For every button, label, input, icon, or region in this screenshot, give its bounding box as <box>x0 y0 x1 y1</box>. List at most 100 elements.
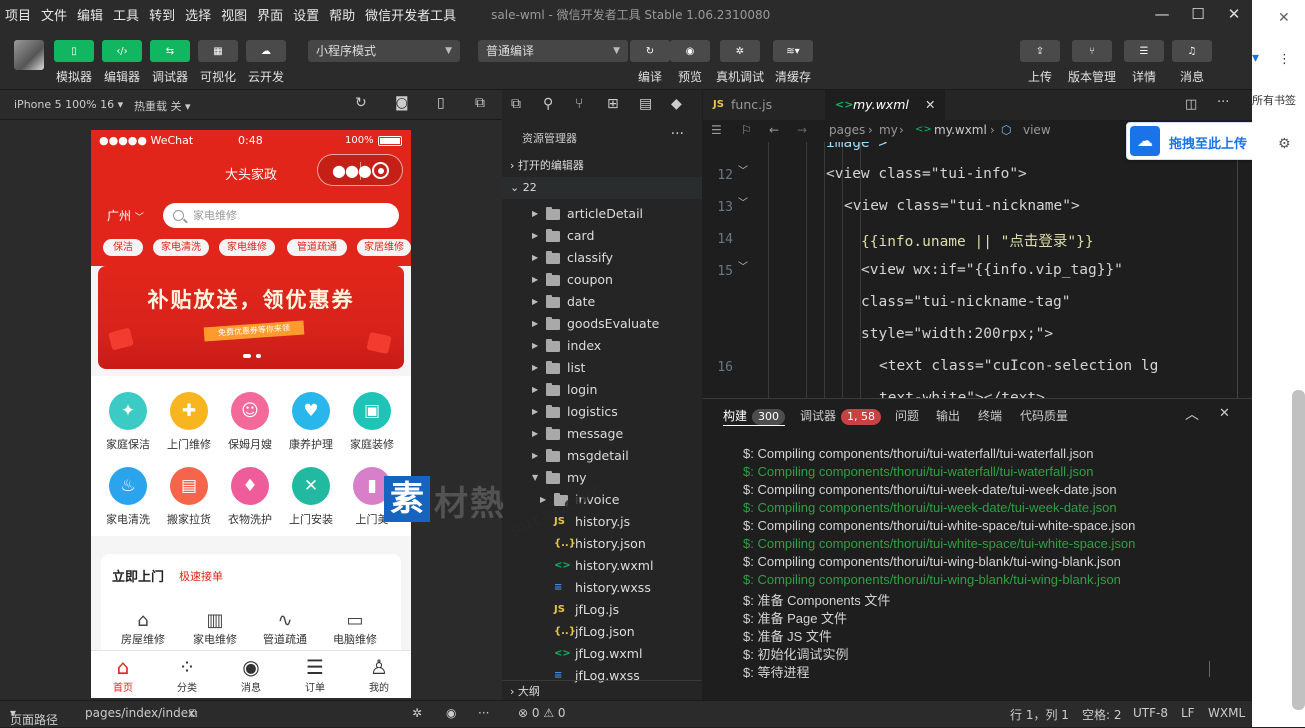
grid-item[interactable]: ☺ 保姆月嫂 <box>218 392 282 452</box>
scrollbar[interactable] <box>1292 390 1305 710</box>
service-item[interactable]: ▥ 家电维修 <box>183 610 247 647</box>
encoding[interactable]: UTF-8 <box>1133 706 1168 720</box>
popout-icon[interactable]: ⧉ <box>475 95 485 111</box>
back-icon[interactable]: ← <box>769 123 779 137</box>
folder-coupon[interactable]: ▶ coupon <box>502 269 702 291</box>
mode-select[interactable]: 小程序模式 ▼ <box>308 40 460 62</box>
tab-category[interactable]: ⁘ 分类 <box>155 655 219 694</box>
tab-profile[interactable]: ♙ 我的 <box>347 655 411 694</box>
hot-reload-toggle[interactable]: 热重载 关 ▾ <box>134 98 191 114</box>
grid-item[interactable]: ✚ 上门维修 <box>157 392 221 452</box>
code-editor[interactable]: image"> 12 ﹀ <view class="tui-info"> 13 … <box>703 142 1252 398</box>
breadcrumb-pages[interactable]: pages <box>829 123 865 137</box>
menu-tools[interactable]: 工具 <box>108 5 144 24</box>
copy-icon[interactable]: ⧉ <box>189 706 198 721</box>
visual-button[interactable]: ▦ <box>198 40 238 62</box>
file-item[interactable]: JS jfLog.js <box>502 599 702 621</box>
close-icon[interactable]: ✕ <box>1216 0 1252 28</box>
extensions-icon[interactable]: ⊞ <box>607 96 619 112</box>
messages-button[interactable]: ♫ <box>1172 40 1212 62</box>
tab-terminal[interactable]: 终端 <box>978 407 1002 424</box>
tab-func-js[interactable]: JS func.js <box>703 90 819 120</box>
fold-chevron-icon[interactable]: ﹀ <box>738 162 748 177</box>
service-item[interactable]: ▭ 电脑维修 <box>323 610 387 647</box>
gear-icon[interactable]: ⚙ <box>1278 136 1291 152</box>
folder-logistics[interactable]: ▶ logistics <box>502 401 702 423</box>
preview-button[interactable]: ◉ <box>670 40 710 62</box>
grid-item[interactable]: ♥ 康养护理 <box>279 392 343 452</box>
real-debug-button[interactable]: ✲ <box>720 40 760 62</box>
close-circle-icon[interactable] <box>372 162 389 179</box>
bookmark-icon[interactable]: ⚐ <box>741 123 752 137</box>
menu-select[interactable]: 选择 <box>180 5 216 24</box>
tag-appliance-cleaning[interactable]: 家电清洗 <box>153 239 209 256</box>
stop-icon[interactable]: ◙ <box>395 95 409 111</box>
grid-item[interactable]: ✕ 上门安装 <box>279 467 343 527</box>
tab-build[interactable]: 构建 300 <box>723 407 786 426</box>
tag-home-repair[interactable]: 家居维修 <box>357 239 411 256</box>
grid-item[interactable]: ✦ 家庭保洁 <box>96 392 160 452</box>
close-icon[interactable]: ✕ <box>1219 406 1230 421</box>
upload-button[interactable]: ⇪ <box>1020 40 1060 62</box>
forward-icon[interactable]: → <box>797 123 807 137</box>
extension-icon[interactable]: ▾ <box>1252 50 1259 66</box>
more-icon[interactable]: ··· <box>478 706 489 720</box>
project-section[interactable]: ⌄ 22 <box>502 177 702 199</box>
tab-my-wxml[interactable]: <> my.wxml ✕ <box>825 90 945 120</box>
breadcrumb-file[interactable]: my.wxml <box>934 123 987 137</box>
grid-item[interactable]: ▤ 搬家拉货 <box>157 467 221 527</box>
problems-count[interactable]: ⊗ 0 ⚠ 0 <box>518 706 566 720</box>
folder-login[interactable]: ▶ login <box>502 379 702 401</box>
more-icon[interactable]: ··· <box>1217 95 1229 110</box>
tag-appliance-repair[interactable]: 家电维修 <box>219 239 275 256</box>
search-input[interactable]: 家电维修 <box>163 203 399 228</box>
cursor-position[interactable]: 行 1，列 1 <box>1010 706 1069 723</box>
close-icon[interactable]: ✕ <box>925 90 935 120</box>
rotate-icon[interactable]: ↻ <box>355 95 367 111</box>
fold-chevron-icon[interactable]: ﹀ <box>738 194 748 209</box>
close-icon[interactable]: ✕ <box>1278 10 1290 26</box>
compile-button[interactable]: ↻ <box>630 40 670 62</box>
phone-icon[interactable]: ▯ <box>437 95 445 111</box>
details-button[interactable]: ☰ <box>1124 40 1164 62</box>
list-icon[interactable]: ☰ <box>711 123 722 137</box>
menu-help[interactable]: 帮助 <box>324 5 360 24</box>
outline-section[interactable]: › 大纲 <box>502 680 702 700</box>
menu-view[interactable]: 视图 <box>216 5 252 24</box>
cloud-button[interactable]: ☁ <box>246 40 286 62</box>
city-select[interactable]: 广州 ﹀ <box>107 207 144 224</box>
capsule-menu[interactable]: ●●● <box>317 154 403 186</box>
folder-card[interactable]: ▶ card <box>502 225 702 247</box>
avatar[interactable] <box>14 40 44 70</box>
folder-articledetail[interactable]: ▶ articleDetail <box>502 203 702 225</box>
split-editor-icon[interactable]: ◫ <box>1185 97 1197 112</box>
grid-item[interactable]: ▣ 家庭装修 <box>340 392 404 452</box>
folder-index[interactable]: ▶ index <box>502 335 702 357</box>
device-select[interactable]: iPhone 5 100% 16 ▾ <box>14 98 123 111</box>
folder-msgdetail[interactable]: ▶ msgdetail <box>502 445 702 467</box>
tab-output[interactable]: 输出 <box>936 407 960 424</box>
menu-project[interactable]: 项目 <box>0 5 36 24</box>
promo-banner[interactable]: 补贴放送，领优惠券 免费优惠券等你来领 <box>98 266 404 369</box>
tab-messages[interactable]: ◉ 消息 <box>219 655 283 694</box>
line-ending[interactable]: LF <box>1181 706 1195 720</box>
grid-item[interactable]: ♦ 衣物洗护 <box>218 467 282 527</box>
editor-button[interactable]: ‹/› <box>102 40 142 62</box>
search-icon[interactable]: ⚲ <box>543 96 553 112</box>
file-item[interactable]: {..} jfLog.json <box>502 621 702 643</box>
file-item[interactable]: ≡ history.wxss <box>502 577 702 599</box>
chevron-up-icon[interactable]: ︿ <box>1185 404 1199 424</box>
menu-file[interactable]: 文件 <box>36 5 72 24</box>
file-item[interactable]: <> history.wxml <box>502 555 702 577</box>
tab-code-quality[interactable]: 代码质量 <box>1020 407 1068 424</box>
folder-date[interactable]: ▶ date <box>502 291 702 313</box>
folder-message[interactable]: ▶ message <box>502 423 702 445</box>
simulator-button[interactable]: ▯ <box>54 40 94 62</box>
menu-goto[interactable]: 转到 <box>144 5 180 24</box>
tag-pipe-dredge[interactable]: 管道疏通 <box>287 239 347 256</box>
more-icon[interactable]: ⋮ <box>1278 52 1291 67</box>
docker-icon[interactable]: ◆ <box>671 96 682 112</box>
breadcrumb-view[interactable]: view <box>1023 123 1051 137</box>
tab-orders[interactable]: ☰ 订单 <box>283 655 347 694</box>
files-icon[interactable]: ⧉ <box>511 96 521 112</box>
